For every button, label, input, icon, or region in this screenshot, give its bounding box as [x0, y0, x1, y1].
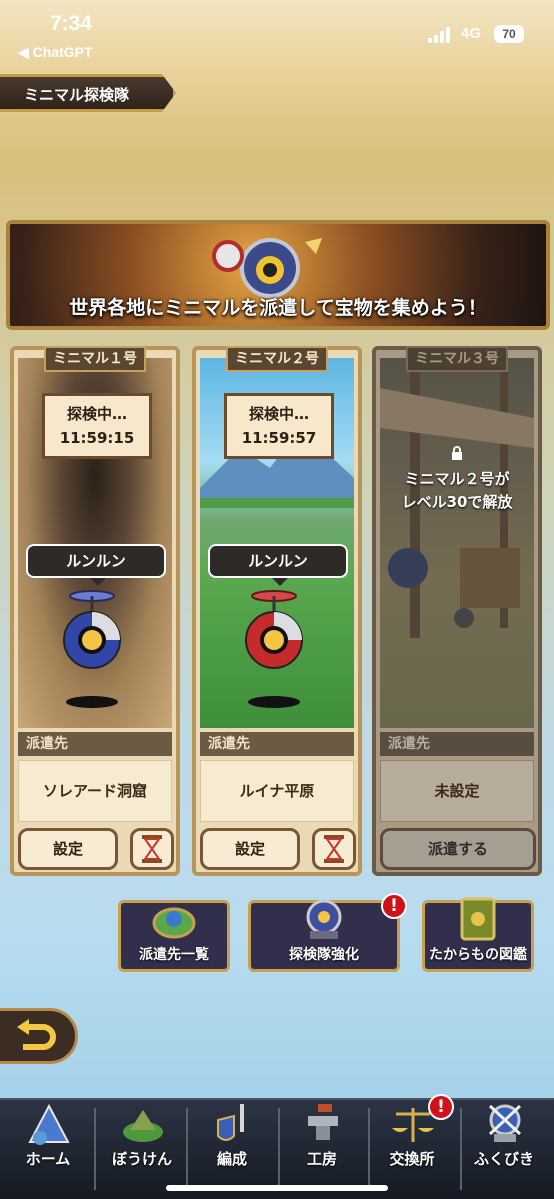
- minimal-robot-icon: [63, 590, 121, 669]
- network-label: 4G: [461, 25, 482, 42]
- anvil-icon: [308, 1104, 338, 1140]
- card-title: ミニマル１号: [44, 346, 146, 372]
- treasure-book-button[interactable]: たからもの図鑑: [422, 897, 534, 972]
- sword-shield-icon: [217, 1104, 244, 1141]
- page-title: ミニマル探検隊: [24, 86, 130, 104]
- page-title-tag: ミニマル探検隊: [0, 74, 176, 112]
- minimal-robot-icon: [245, 590, 303, 669]
- robot-shadow: [66, 696, 118, 708]
- robot-icon: [306, 899, 342, 939]
- tab-label: ホーム: [25, 1150, 71, 1168]
- unlock-line-2: レベル30で解放: [401, 493, 513, 511]
- hourglass-button[interactable]: [312, 828, 356, 870]
- hourglass-icon: [324, 835, 344, 863]
- battery-icon: 70: [494, 25, 524, 43]
- destination-list-button[interactable]: 派遣先一覧: [118, 900, 230, 972]
- bottom-tab-bar: ホーム ぼうけん 編成 工房 交換所 ! ふくびき: [0, 1094, 554, 1199]
- back-button[interactable]: [0, 1008, 78, 1064]
- action-label: 探検隊強化: [289, 947, 359, 963]
- minimal-card-3: ミニマル２号が レベル30で解放 ミニマル３号 派遣先 未設定 派遣する: [372, 346, 542, 876]
- tab-label: 編成: [216, 1150, 247, 1168]
- timer-value: 11:59:15: [59, 429, 135, 447]
- banner-text: 世界各地にミニマルを派遣して宝物を集めよう！: [69, 297, 487, 319]
- tab-label: 交換所: [389, 1150, 435, 1168]
- tent-icon: [28, 1103, 70, 1145]
- speech-bubble: ルンルン: [26, 544, 166, 586]
- map-icon: [152, 907, 196, 939]
- card-title: ミニマル３号: [406, 346, 508, 372]
- status-time: 7:34: [50, 12, 93, 35]
- destination-value: 未設定: [380, 760, 534, 822]
- banner-robot-icon: [212, 238, 322, 298]
- scene-locked: ミニマル２号が レベル30で解放: [380, 358, 534, 728]
- unlock-line-1: ミニマル２号が: [404, 470, 510, 488]
- destination-label: 派遣先: [18, 732, 172, 756]
- tab-label: ぼうけん: [111, 1150, 172, 1168]
- exploring-timer: 探検中… 11:59:57: [224, 393, 334, 459]
- exploring-timer: 探検中… 11:59:15: [42, 393, 152, 459]
- dispatch-button[interactable]: 派遣する: [380, 828, 536, 870]
- destination-label: 派遣先: [200, 732, 354, 756]
- destination-value[interactable]: ルイナ平原: [200, 760, 354, 822]
- settings-button[interactable]: 設定: [18, 828, 118, 870]
- lock-icon: [452, 446, 462, 460]
- lottery-icon: [488, 1104, 522, 1142]
- card-title: ミニマル２号: [226, 346, 328, 372]
- exploring-status: 探検中…: [66, 405, 127, 423]
- event-banner: 世界各地にミニマルを派遣して宝物を集めよう！: [6, 220, 550, 330]
- tab-lottery[interactable]: ふくびき: [458, 1100, 550, 1199]
- action-label: たからもの図鑑: [429, 947, 527, 963]
- action-label: 派遣先一覧: [139, 947, 209, 963]
- book-icon: [460, 897, 496, 941]
- speech-bubble: ルンルン: [208, 544, 348, 586]
- scene-plain: 探検中… 11:59:57 ルンルン: [200, 358, 354, 728]
- destination-label: 派遣先: [380, 732, 534, 756]
- tab-label: ふくびき: [473, 1150, 534, 1168]
- unlock-condition: ミニマル２号が レベル30で解放: [380, 468, 534, 514]
- alert-badge: !: [428, 1094, 454, 1120]
- timer-value: 11:59:57: [241, 429, 317, 447]
- return-arrow-icon: [17, 1019, 56, 1050]
- scene-cave: 探検中… 11:59:15 ルンルン: [18, 358, 172, 728]
- alert-badge: !: [381, 893, 407, 919]
- tab-home[interactable]: ホーム: [2, 1100, 94, 1199]
- hourglass-icon: [142, 835, 162, 863]
- minimal-card-2: 探検中… 11:59:57 ルンルン ミニマル２号 派遣先 ルイナ平原 設定: [192, 346, 362, 876]
- expedition-upgrade-button[interactable]: 探検隊強化 !: [248, 893, 407, 972]
- island-icon: [123, 1110, 163, 1142]
- status-bar: 7:34 ◀ ChatGPT 4G 70: [0, 0, 554, 64]
- exploring-status: 探検中…: [248, 405, 309, 423]
- destination-value[interactable]: ソレアード洞窟: [18, 760, 172, 822]
- tab-label: 工房: [306, 1150, 337, 1168]
- robot-shadow: [248, 696, 300, 708]
- minimal-card-1: 探検中… 11:59:15 ルンルン ミニマル１号 派遣先 ソレアード洞窟 設定: [10, 346, 180, 876]
- hourglass-button[interactable]: [130, 828, 174, 870]
- signal-icon: [428, 27, 454, 43]
- settings-button[interactable]: 設定: [200, 828, 300, 870]
- home-indicator[interactable]: [166, 1185, 388, 1191]
- workshop-background-icon: [380, 358, 534, 638]
- back-to-app-link[interactable]: ◀ ChatGPT: [18, 44, 93, 61]
